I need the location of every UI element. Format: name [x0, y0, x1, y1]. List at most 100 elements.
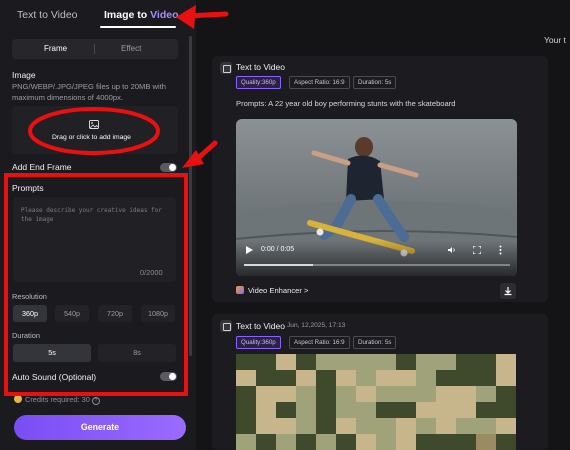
generate-button[interactable]: Generate: [14, 415, 186, 440]
thumbnail-pixel: [236, 402, 256, 418]
thumbnail-pixel: [416, 370, 436, 386]
thumbnail-pixel: [456, 370, 476, 386]
thumbnail-pixel: [456, 434, 476, 450]
download-button[interactable]: [500, 283, 516, 299]
thumbnail-pixel: [376, 386, 396, 402]
auto-sound-toggle[interactable]: [160, 372, 177, 381]
thumbnail-pixel: [496, 354, 516, 370]
video-enhancer-link[interactable]: Video Enhancer >: [236, 286, 308, 295]
thumbnail-pixel: [236, 354, 256, 370]
thumbnail-pixel: [436, 418, 456, 434]
image-dropzone[interactable]: [12, 106, 178, 154]
image-section-title: Image: [12, 70, 36, 80]
image-format-hint: PNG/WEBP/.JPG/JPEG files up to 20MB with…: [12, 82, 167, 102]
thumbnail-pixel: [296, 418, 316, 434]
thumbnail-pixel: [256, 370, 276, 386]
thumbnail-pixel: [416, 354, 436, 370]
help-icon[interactable]: ?: [91, 397, 100, 405]
duration-8s-button[interactable]: 8s: [98, 344, 176, 362]
thumbnail-pixel: [356, 370, 376, 386]
resolution-540p-button[interactable]: 540p: [55, 305, 89, 322]
frame-effect-switch: Frame Effect: [12, 39, 178, 59]
fullscreen-icon[interactable]: [473, 246, 481, 254]
thumbnail-pixel: [396, 402, 416, 418]
subtab-frame[interactable]: Frame: [44, 44, 67, 53]
thumbnail-pixel: [396, 386, 416, 402]
tab-image-to-video-accent: Video: [150, 9, 179, 21]
thumbnail-pixel: [456, 386, 476, 402]
video-card-icon: [220, 62, 232, 74]
thumbnail-pixel: [476, 370, 496, 386]
thumbnail-pixel: [376, 418, 396, 434]
card-title: Text to Video: [236, 62, 285, 72]
thumbnail-pixel: [376, 354, 396, 370]
thumbnail-pixel: [276, 386, 296, 402]
thumbnail-pixel: [316, 418, 336, 434]
resolution-label: Resolution: [12, 292, 47, 301]
image-icon: [89, 120, 99, 129]
end-frame-toggle[interactable]: [160, 163, 177, 172]
video-thumbnail-loading[interactable]: [236, 354, 516, 450]
thumbnail-pixel: [256, 386, 276, 402]
thumbnail-pixel: [356, 434, 376, 450]
aspect-ratio-chip: Aspect Ratio: 16:9: [289, 76, 350, 89]
thumbnail-pixel: [496, 402, 516, 418]
resolution-720p-button[interactable]: 720p: [98, 305, 132, 322]
video-card-icon: [220, 320, 232, 332]
thumbnail-pixel: [356, 354, 376, 370]
thumbnail-pixel: [356, 386, 376, 402]
resolution-360p-button[interactable]: 360p: [13, 305, 47, 322]
thumbnail-pixel: [476, 434, 496, 450]
thumbnail-pixel: [336, 402, 356, 418]
duration-5s-button[interactable]: 5s: [13, 344, 91, 362]
thumbnail-pixel: [316, 386, 336, 402]
thumbnail-pixel: [476, 386, 496, 402]
more-options-icon[interactable]: [499, 245, 502, 255]
thumbnail-pixel: [496, 370, 516, 386]
thumbnail-pixel: [476, 354, 496, 370]
thumbnail-pixel: [456, 418, 476, 434]
thumbnail-pixel: [296, 402, 316, 418]
prompts-label: Prompts: [12, 183, 44, 193]
thumbnail-pixel: [296, 386, 316, 402]
video-progress-fill: [244, 264, 313, 266]
add-end-frame-label: Add End Frame: [12, 162, 72, 172]
thumbnail-pixel: [316, 370, 336, 386]
mode-tabs: Text to Video Image to Video: [0, 0, 190, 32]
thumbnail-pixel: [236, 434, 256, 450]
thumbnail-pixel: [416, 418, 436, 434]
thumbnail-pixel: [236, 418, 256, 434]
thumbnail-pixel: [396, 370, 416, 386]
tab-text-to-video[interactable]: Text to Video: [17, 9, 78, 21]
duration-chip: Duration: 5s: [353, 76, 397, 89]
credits-info: Credits required: 30?: [14, 395, 100, 405]
card-title: Text to Video: [236, 321, 285, 331]
resolution-1080p-button[interactable]: 1080p: [141, 305, 175, 322]
thumbnail-pixel: [436, 434, 456, 450]
quality-chip: Quality:360p: [236, 76, 281, 89]
left-panel: Text to Video Image to Video Frame Effec…: [0, 0, 196, 450]
card-prompt-text: Prompts: A 22 year old boy performing st…: [236, 99, 456, 108]
tab-image-to-video-prefix: Image to: [104, 9, 148, 21]
tab-image-to-video[interactable]: Image to Video: [104, 9, 179, 21]
prompt-char-counter: 0/2000: [140, 268, 163, 277]
thumbnail-pixel: [296, 370, 316, 386]
thumbnail-pixel: [256, 354, 276, 370]
thumbnail-pixel: [336, 370, 356, 386]
play-icon[interactable]: [246, 246, 253, 254]
quality-chip: Quality:360p: [236, 336, 281, 349]
download-icon: [504, 287, 512, 296]
thumbnail-pixel: [436, 386, 456, 402]
thumbnail-pixel: [316, 434, 336, 450]
subtab-effect[interactable]: Effect: [121, 44, 141, 53]
enhancer-icon: [236, 286, 244, 294]
subtab-divider: [94, 44, 95, 54]
thumbnail-pixel: [276, 354, 296, 370]
volume-icon[interactable]: [448, 246, 456, 254]
left-panel-scrollbar[interactable]: [189, 36, 192, 356]
thumbnail-pixel: [456, 354, 476, 370]
thumbnail-pixel: [436, 354, 456, 370]
thumbnail-pixel: [376, 434, 396, 450]
video-time: 0:00 / 0:05: [261, 246, 295, 253]
thumbnail-pixel: [336, 354, 356, 370]
